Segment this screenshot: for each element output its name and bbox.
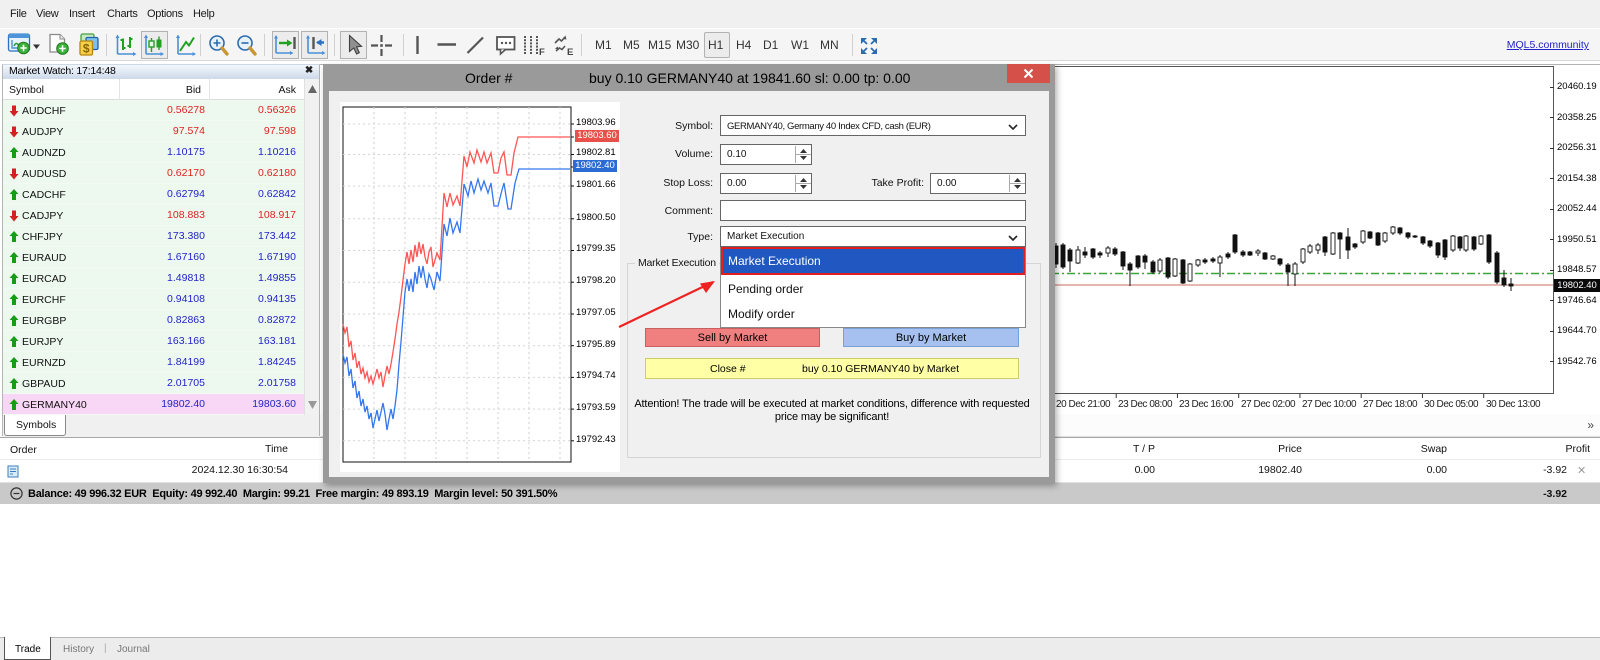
svg-text:F: F <box>539 47 545 58</box>
svg-text:$: $ <box>83 42 90 56</box>
svg-text:E: E <box>567 47 573 58</box>
